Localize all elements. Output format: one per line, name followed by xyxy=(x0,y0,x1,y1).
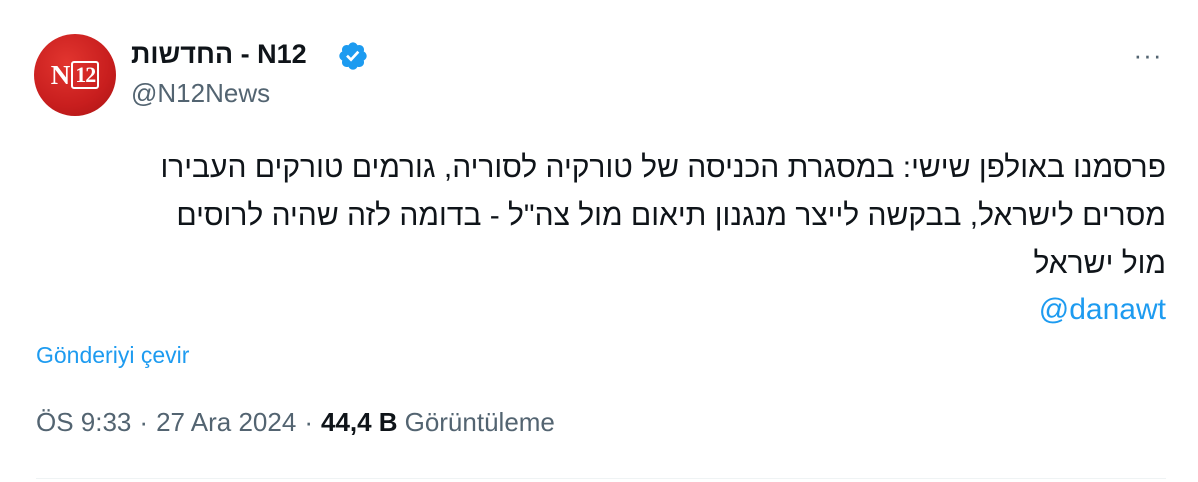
logo-letter: N xyxy=(50,59,70,90)
tweet-time[interactable]: ÖS 9:33 xyxy=(36,407,131,438)
tweet-text: פרסמנו באולפן שישי: במסגרת הכניסה של טור… xyxy=(46,144,1166,288)
n12-logo: N 12 xyxy=(51,60,100,91)
more-horizontal-icon[interactable]: ··· xyxy=(1130,40,1166,70)
views-count: 44,4 B xyxy=(320,407,398,437)
author-display-name[interactable]: N12 - החדשות xyxy=(131,39,307,70)
divider xyxy=(36,478,1166,479)
mention-link[interactable]: @danawt xyxy=(1039,288,1166,332)
translate-post-link[interactable]: Gönderiyi çevir xyxy=(36,342,189,369)
tweet-text-line: מול ישראל xyxy=(1033,247,1166,280)
tweet-meta: ÖS 9:33 · 27 Ara 2024 · 44,4 B Görüntüle… xyxy=(36,407,555,438)
author-name-row: N12 - החדשות xyxy=(131,36,307,72)
meta-separator: · xyxy=(304,407,313,437)
author-handle[interactable]: @N12News xyxy=(131,78,270,109)
verified-badge-icon[interactable] xyxy=(337,40,369,72)
avatar[interactable]: N 12 xyxy=(34,34,116,116)
tweet-text-line: פרסמנו באולפן שישי: במסגרת הכניסה של טור… xyxy=(160,151,1166,184)
tweet-date[interactable]: 27 Ara 2024 xyxy=(156,407,296,438)
tweet-text-line: מסרים לישראל, בבקשה לייצר מנגנון תיאום מ… xyxy=(176,199,1166,232)
meta-separator: · xyxy=(139,407,149,437)
views-label: Görüntüleme xyxy=(404,407,555,437)
tweet-card: N 12 N12 - החדשות @N12News ··· פרסמנו בא… xyxy=(0,0,1198,482)
logo-number: 12 xyxy=(71,61,100,89)
